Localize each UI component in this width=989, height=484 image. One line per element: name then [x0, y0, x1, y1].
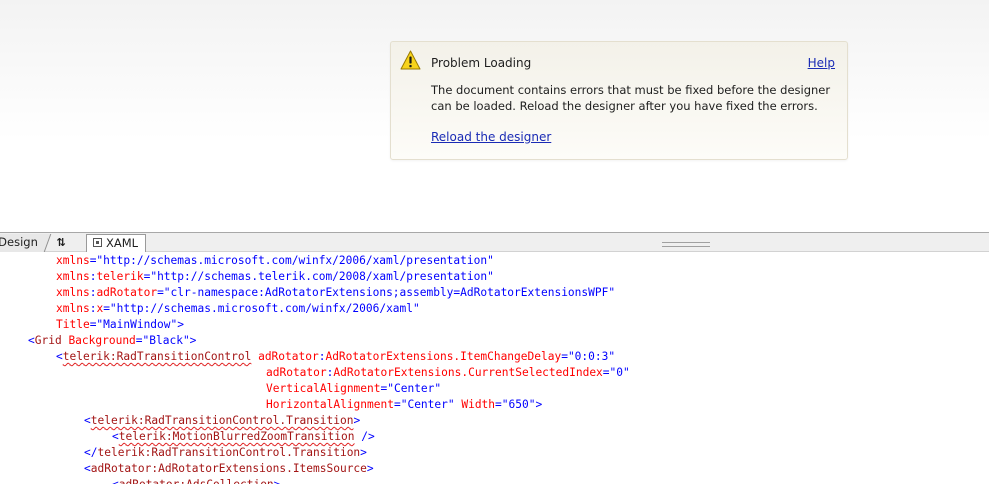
- design-surface: Problem Loading Help The document contai…: [0, 0, 989, 233]
- code-token: AdRotatorExtensions.CurrentSelectedIndex: [333, 366, 603, 379]
- code-token: ="650">: [495, 398, 543, 411]
- code-token: ="Black">: [135, 334, 197, 347]
- code-token: ="0": [602, 366, 630, 379]
- xaml-code-editor[interactable]: xmlns="http://schemas.microsoft.com/winf…: [0, 252, 989, 484]
- view-tab-strip: Design ⇅ XAML: [0, 232, 989, 253]
- code-token: telerik:MotionBlurredZoomTransition: [118, 430, 355, 443]
- problem-message: The document contains errors that must b…: [431, 83, 831, 113]
- code-token: ="Center": [393, 398, 455, 411]
- code-token: AdRotatorExtensions.ItemChangeDelay: [325, 350, 562, 363]
- code-token: adRotator:AdsCollection: [119, 478, 274, 484]
- code-token: ="0:0:3": [561, 350, 616, 363]
- code-token: <: [112, 478, 119, 484]
- code-line: xmlns:adRotator="clr-namespace:AdRotator…: [56, 285, 615, 301]
- code-token: ="MainWindow">: [89, 318, 184, 331]
- code-line: HorizontalAlignment="Center" Width="650"…: [266, 397, 542, 413]
- code-token: <: [56, 350, 63, 363]
- code-line: <adRotator:AdRotatorExtensions.ItemsSour…: [84, 461, 374, 477]
- code-token: >: [360, 446, 367, 459]
- reload-designer-link[interactable]: Reload the designer: [431, 130, 551, 144]
- problem-loading-panel: Problem Loading Help The document contai…: [390, 41, 848, 160]
- code-token: <: [112, 430, 119, 443]
- splitter-grip[interactable]: [662, 242, 710, 247]
- code-token: >: [274, 478, 281, 484]
- code-token: adRotator:AdRotatorExtensions.ItemsSourc…: [90, 462, 367, 475]
- tab-design[interactable]: Design: [0, 234, 52, 252]
- tab-design-label: Design: [0, 235, 38, 249]
- code-token: >: [366, 462, 374, 475]
- code-token: <: [84, 414, 91, 427]
- code-line: xmlns:x="http://schemas.microsoft.com/wi…: [56, 301, 420, 317]
- code-token: xmlns: [56, 270, 90, 283]
- tab-xaml[interactable]: XAML: [86, 234, 146, 253]
- code-token: ="http://schemas.microsoft.com/winfx/200…: [103, 302, 420, 315]
- code-line: xmlns="http://schemas.microsoft.com/winf…: [56, 253, 494, 269]
- code-token: xmlns: [56, 302, 90, 315]
- code-line: adRotator:AdRotatorExtensions.CurrentSel…: [266, 365, 630, 381]
- code-line: xmlns:telerik="http://schemas.telerik.co…: [56, 269, 494, 285]
- code-line: <telerik:RadTransitionControl.Transition…: [84, 413, 360, 429]
- code-token: Grid: [34, 334, 62, 347]
- code-token: adRotator: [251, 350, 319, 363]
- code-token: />: [354, 430, 375, 443]
- swap-panes-button[interactable]: ⇅: [50, 234, 72, 252]
- problem-title: Problem Loading: [431, 56, 532, 70]
- code-token: adRotator: [266, 366, 327, 379]
- code-token: Title: [56, 318, 90, 331]
- code-line: <telerik:RadTransitionControl adRotator:…: [56, 349, 615, 365]
- warning-icon: [400, 50, 421, 70]
- code-token: ="http://schemas.microsoft.com/winfx/200…: [89, 254, 494, 267]
- code-token: telerik:RadTransitionControl: [62, 350, 252, 363]
- code-token: xmlns: [56, 254, 90, 267]
- code-line: <adRotator:AdsCollection>: [112, 477, 280, 484]
- code-token: HorizontalAlignment: [266, 398, 394, 411]
- code-token: <: [28, 334, 35, 347]
- code-token: ="Center": [380, 382, 442, 395]
- help-link[interactable]: Help: [808, 56, 835, 70]
- code-line: </telerik:RadTransitionControl.Transitio…: [84, 445, 367, 461]
- code-token: VerticalAlignment: [266, 382, 381, 395]
- code-token: <: [84, 462, 91, 475]
- code-token: Background: [61, 334, 136, 347]
- code-token: </: [84, 446, 98, 459]
- code-line: <telerik:MotionBlurredZoomTransition />: [112, 429, 375, 445]
- code-token: telerik:RadTransitionControl.Transition: [90, 414, 354, 427]
- tab-xaml-label: XAML: [106, 236, 139, 250]
- code-line: VerticalAlignment="Center": [266, 381, 441, 397]
- code-line: <Grid Background="Black">: [28, 333, 196, 349]
- code-token: telerik:RadTransitionControl.Transition: [97, 446, 361, 459]
- code-token: telerik: [96, 270, 144, 283]
- code-token: xmlns: [56, 286, 90, 299]
- code-token: Width: [454, 398, 496, 411]
- xaml-pane-icon: [93, 238, 102, 247]
- code-token: ="http://schemas.telerik.com/2008/xaml/p…: [143, 270, 494, 283]
- code-token: >: [353, 414, 361, 427]
- code-token: adRotator: [96, 286, 158, 299]
- code-line: Title="MainWindow">: [56, 317, 184, 333]
- code-token: ="clr-namespace:AdRotatorExtensions;asse…: [157, 286, 616, 299]
